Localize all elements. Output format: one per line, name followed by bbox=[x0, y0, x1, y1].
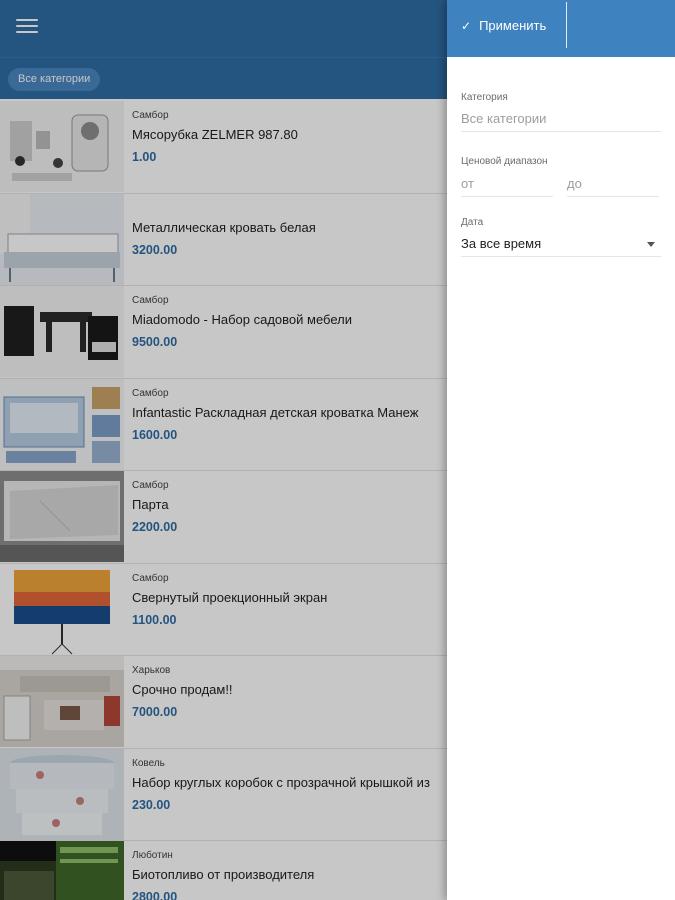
price-to-placeholder: до bbox=[567, 176, 582, 191]
filter-drawer: ✓ Применить Категория Все категории Ценов… bbox=[447, 0, 675, 900]
header-divider bbox=[566, 2, 567, 48]
category-field[interactable]: Все категории bbox=[461, 108, 661, 132]
date-label: Дата bbox=[461, 217, 484, 228]
date-select[interactable]: За все время bbox=[461, 233, 661, 257]
check-icon: ✓ bbox=[461, 19, 472, 33]
category-placeholder: Все категории bbox=[461, 111, 547, 126]
date-value: За все время bbox=[461, 236, 542, 251]
price-to-input[interactable]: до bbox=[567, 173, 659, 197]
price-from-placeholder: от bbox=[461, 176, 474, 191]
category-label: Категория bbox=[461, 92, 508, 103]
apply-button[interactable]: ✓ Применить bbox=[447, 0, 567, 52]
price-from-input[interactable]: от bbox=[461, 173, 553, 197]
dropdown-arrow-icon bbox=[647, 242, 655, 247]
apply-label: Применить bbox=[479, 18, 547, 33]
filter-drawer-header: ✓ Применить bbox=[447, 0, 675, 57]
price-range-label: Ценовой диапазон bbox=[461, 156, 548, 167]
